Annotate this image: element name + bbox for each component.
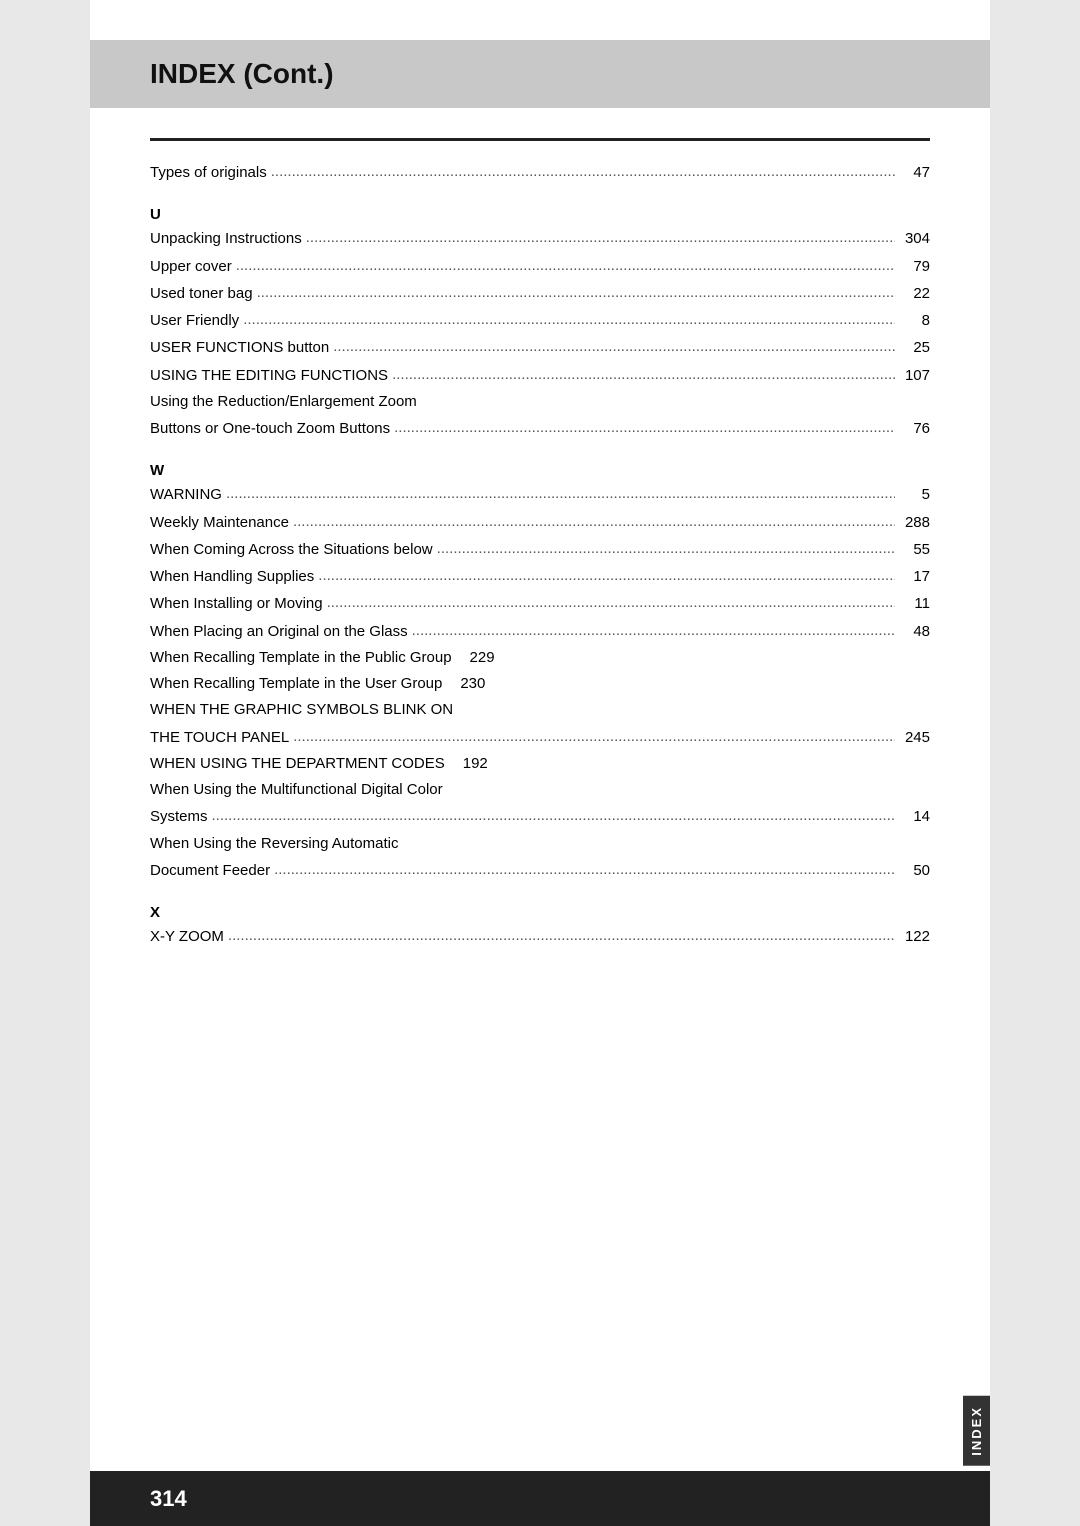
entry-page: 22: [895, 281, 930, 307]
entry-dots: [433, 536, 895, 554]
entry-page: 229: [460, 645, 495, 671]
list-item: Types of originals 47: [150, 159, 930, 186]
entry-label: When Placing an Original on the Glass: [150, 619, 408, 645]
list-item: WHEN USING THE DEPARTMENT CODES 192: [150, 751, 930, 777]
list-item: Document Feeder 50: [150, 857, 930, 884]
list-item: When Using the Reversing Automatic: [150, 831, 930, 857]
entry-page: 304: [895, 226, 930, 252]
list-item: Using the Reduction/Enlargement Zoom: [150, 389, 930, 415]
list-item: WHEN THE GRAPHIC SYMBOLS BLINK ON: [150, 697, 930, 723]
entry-dots: [267, 159, 895, 177]
entry-label: User Friendly: [150, 308, 239, 334]
entry-page: 76: [895, 416, 930, 442]
entry-page: 17: [895, 564, 930, 590]
entry-label: Unpacking Instructions: [150, 226, 302, 252]
entry-label: USING THE EDITING FUNCTIONS: [150, 363, 388, 389]
entry-page: 288: [895, 510, 930, 536]
entry-page: 107: [895, 363, 930, 389]
list-item: User Friendly 8: [150, 307, 930, 334]
entry-page: 55: [895, 537, 930, 563]
list-item: Used toner bag 22: [150, 280, 930, 307]
entry-label: USER FUNCTIONS button: [150, 335, 329, 361]
entry-dots: [323, 590, 895, 608]
entry-dots: [222, 481, 895, 499]
entry-label: When Coming Across the Situations below: [150, 537, 433, 563]
entry-dots: [408, 618, 895, 636]
entry-page: 79: [895, 254, 930, 280]
list-item: WARNING 5: [150, 481, 930, 508]
list-item: When Recalling Template in the Public Gr…: [150, 645, 930, 671]
list-item: X-Y ZOOM 122: [150, 923, 930, 950]
section-types: Types of originals 47: [150, 159, 930, 186]
entry-page: 8: [895, 308, 930, 334]
entry-page: 192: [453, 751, 488, 777]
entry-dots: [253, 280, 895, 298]
section-letter-w: W: [150, 462, 930, 479]
section-w: W WARNING 5 Weekly Maintenance 288 When …: [150, 462, 930, 884]
entry-dots: [224, 923, 895, 941]
entry-page: 122: [895, 924, 930, 950]
entry-label: WHEN USING THE DEPARTMENT CODES: [150, 751, 445, 777]
entry-dots: [208, 803, 895, 821]
entry-label: Used toner bag: [150, 281, 253, 307]
entry-label: When Handling Supplies: [150, 564, 314, 590]
entry-label: When Recalling Template in the User Grou…: [150, 671, 442, 697]
entry-label: Weekly Maintenance: [150, 510, 289, 536]
entry-page: 11: [895, 591, 930, 617]
entry-label: Buttons or One-touch Zoom Buttons: [150, 416, 390, 442]
entry-page: 25: [895, 335, 930, 361]
list-item: When Placing an Original on the Glass 48: [150, 618, 930, 645]
entry-page: 230: [450, 671, 485, 697]
entry-dots: [302, 225, 895, 243]
entry-dots: [329, 334, 895, 352]
entry-label: Systems: [150, 804, 208, 830]
entry-page: 50: [895, 858, 930, 884]
entry-page: 5: [895, 482, 930, 508]
list-item: When Recalling Template in the User Grou…: [150, 671, 930, 697]
section-x: X X-Y ZOOM 122: [150, 904, 930, 950]
entry-label: Upper cover: [150, 254, 232, 280]
entry-label: X-Y ZOOM: [150, 924, 224, 950]
divider: [150, 138, 930, 141]
entry-dots: [239, 307, 895, 325]
entry-label: When Recalling Template in the Public Gr…: [150, 645, 452, 671]
entry-dots: [270, 857, 895, 875]
list-item: THE TOUCH PANEL 245: [150, 724, 930, 751]
entry-page: 47: [895, 160, 930, 186]
list-item: Systems 14: [150, 803, 930, 830]
list-item: Unpacking Instructions 304: [150, 225, 930, 252]
entry-dots: [388, 362, 895, 380]
list-item: Upper cover 79: [150, 253, 930, 280]
section-letter-u: U: [150, 206, 930, 223]
entry-dots: [289, 724, 895, 742]
entry-dots: [314, 563, 895, 581]
footer-index-tab: INDEX: [963, 1396, 990, 1466]
section-u: U Unpacking Instructions 304 Upper cover…: [150, 206, 930, 442]
entry-dots: [232, 253, 895, 271]
entry-page: 48: [895, 619, 930, 645]
list-item: When Coming Across the Situations below …: [150, 536, 930, 563]
entry-label: Types of originals: [150, 160, 267, 186]
entry-page: 14: [895, 804, 930, 830]
entry-dots: [390, 415, 895, 433]
list-item: When Handling Supplies 17: [150, 563, 930, 590]
entry-page: 245: [895, 725, 930, 751]
entry-label: When Installing or Moving: [150, 591, 323, 617]
list-item: When Using the Multifunctional Digital C…: [150, 777, 930, 803]
footer-page-number: 314: [90, 1471, 990, 1526]
entry-label: WARNING: [150, 482, 222, 508]
header-bar: INDEX (Cont.): [90, 40, 990, 108]
page-container: INDEX (Cont.) Types of originals 47 U Un…: [90, 0, 990, 1526]
list-item: USER FUNCTIONS button 25: [150, 334, 930, 361]
entry-dots: [289, 509, 895, 527]
section-letter-x: X: [150, 904, 930, 921]
entry-label: THE TOUCH PANEL: [150, 725, 289, 751]
list-item: When Installing or Moving 11: [150, 590, 930, 617]
list-item: Weekly Maintenance 288: [150, 509, 930, 536]
list-item: Buttons or One-touch Zoom Buttons 76: [150, 415, 930, 442]
page-title: INDEX (Cont.): [150, 58, 930, 90]
list-item: USING THE EDITING FUNCTIONS 107: [150, 362, 930, 389]
entry-label: Document Feeder: [150, 858, 270, 884]
